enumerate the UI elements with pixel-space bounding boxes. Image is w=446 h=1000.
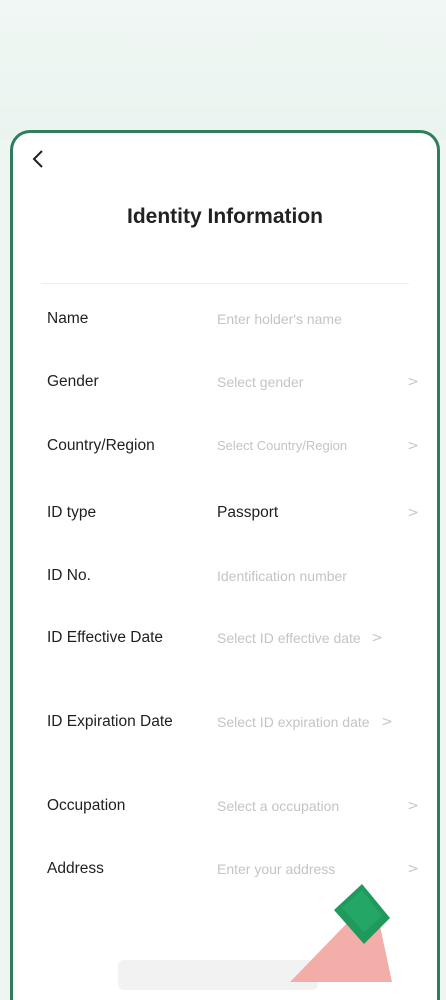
occupation-select[interactable]: Select a occupation <box>217 797 403 815</box>
chevron-left-icon <box>32 150 43 168</box>
submit-button[interactable] <box>118 960 318 990</box>
form-row-gender[interactable]: Gender Select gender > <box>47 373 419 391</box>
page-title: Identity Information <box>127 205 323 228</box>
top-background <box>0 0 446 140</box>
row-label: Address <box>47 860 104 877</box>
gender-select[interactable]: Select gender <box>217 373 403 391</box>
identity-form-card: Identity Information Name Enter holder's… <box>10 130 440 1000</box>
form-row-occupation[interactable]: Occupation Select a occupation > <box>47 797 419 815</box>
chevron-right-icon: > <box>381 714 393 730</box>
country-select[interactable]: Select Country/Region <box>217 437 403 455</box>
form-row-id-type[interactable]: ID type Passport > <box>47 504 419 522</box>
row-label: Name <box>47 310 89 327</box>
form-row-address[interactable]: Address Enter your address > <box>47 860 419 878</box>
chevron-right-icon: > <box>407 861 419 877</box>
row-label: ID Effective Date <box>47 629 164 646</box>
expiration-date-select[interactable]: Select ID expiration date <box>217 713 377 731</box>
chevron-right-icon: > <box>407 798 419 814</box>
back-button[interactable] <box>31 149 45 174</box>
id-type-select[interactable]: Passport <box>217 504 403 522</box>
row-label: ID type <box>47 504 97 521</box>
chevron-right-icon: > <box>371 630 383 646</box>
chevron-right-icon: > <box>407 374 419 390</box>
form-row-id-number[interactable]: ID No. Identification number <box>47 567 419 585</box>
row-label: Gender <box>47 373 99 390</box>
row-label: ID Expiration Date <box>47 713 173 730</box>
row-label: ID No. <box>47 567 91 584</box>
form-row-effective-date[interactable]: ID Effective Date Select ID effective da… <box>47 629 419 647</box>
id-number-input[interactable]: Identification number <box>217 567 419 585</box>
effective-date-select[interactable]: Select ID effective date <box>217 629 367 647</box>
row-label: Country/Region <box>47 437 155 454</box>
form-row-country[interactable]: Country/Region Select Country/Region > <box>47 437 419 455</box>
address-input[interactable]: Enter your address <box>217 860 403 878</box>
tap-hint-pointer-icon <box>290 880 410 982</box>
chevron-right-icon: > <box>407 438 419 454</box>
divider <box>41 283 409 284</box>
row-label: Occupation <box>47 797 126 814</box>
form-row-expiration-date[interactable]: ID Expiration Date Select ID expiration … <box>47 713 419 731</box>
form-row-name[interactable]: Name Enter holder's name <box>47 310 419 328</box>
chevron-right-icon: > <box>407 505 419 521</box>
name-input[interactable]: Enter holder's name <box>217 310 419 328</box>
